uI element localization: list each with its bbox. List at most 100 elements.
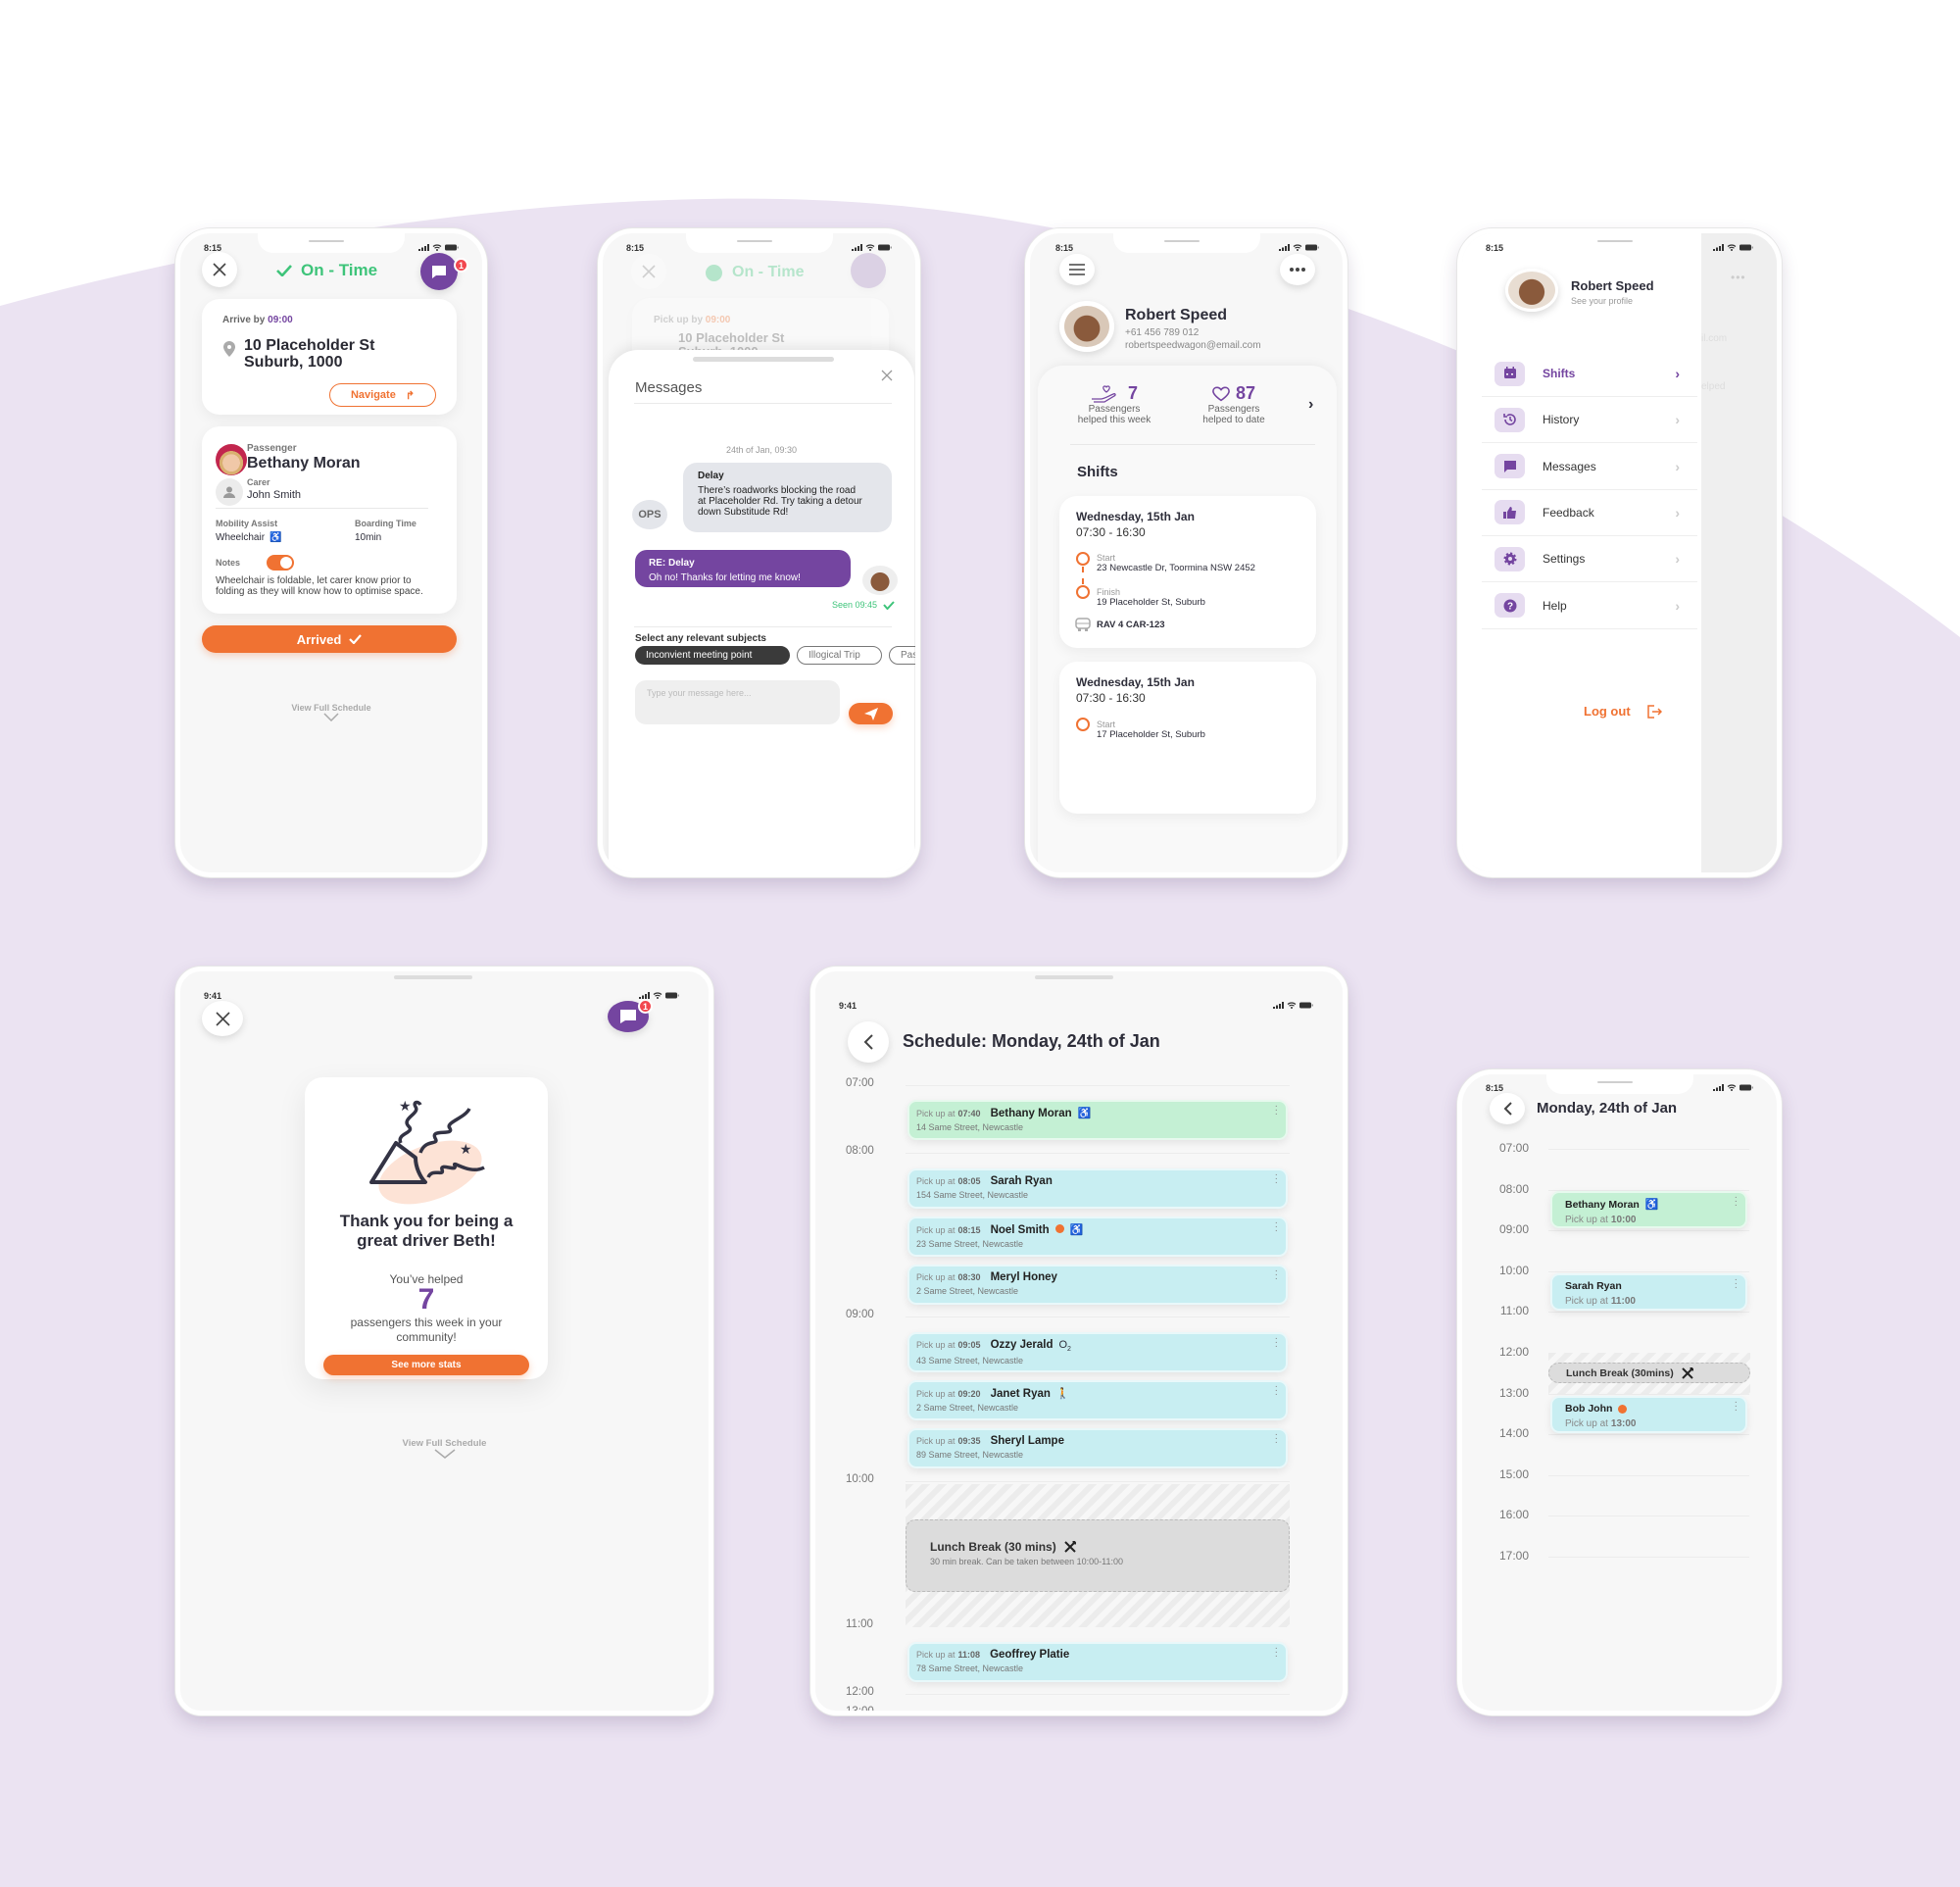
kebab-menu-icon[interactable]: · · · [1735,1275,1738,1293]
send-button[interactable] [849,703,893,724]
hour-label: 11:00 [1499,1304,1529,1318]
pickup-time: 07:40 [957,1109,981,1118]
subject-chip[interactable]: Pas [889,646,915,665]
incoming-body: There’s roadworks blocking the road at P… [698,485,862,518]
kebab-menu-icon[interactable]: · · · [1275,1382,1278,1400]
lunch-break-pill[interactable]: Lunch Break (30mins) [1548,1363,1750,1383]
profile-email: robertspeedwagon@email.com [1125,340,1261,351]
see-more-stats-button[interactable]: See more stats [323,1355,529,1375]
pickup-card[interactable]: Bob John Pick up at 13:00 · · · [1550,1396,1747,1433]
finish-address: 19 Placeholder St, Suburb [1097,597,1205,608]
trip-detail-screen: 8:15 On - Time 1 Arrive by 09:00 10 Plac… [175,228,487,877]
schedule-screen: 9:41 Schedule: Monday, 24th of Jan 07:00… [810,967,1348,1715]
hour-label: 10:00 [1498,1263,1529,1277]
profile-avatar[interactable] [1505,269,1558,312]
kebab-menu-icon[interactable]: · · · [1275,1170,1278,1188]
route-line [1082,567,1084,584]
lunch-title: Lunch Break (30mins) [1566,1366,1674,1379]
pickup-label: Pick up at [916,1389,956,1399]
battery-icon [665,992,679,999]
status-time: 8:15 [1486,243,1504,253]
stats-chevron-icon[interactable]: › [1308,396,1313,414]
wifi-icon [1293,244,1302,251]
pickup-label: Pick up at [916,1340,956,1350]
pickup-card[interactable]: Pick up at 09:20 Janet Ryan 🚶 2 Same Street,… [907,1380,1288,1420]
pickup-card[interactable]: Bethany Moran ♿ Pick up at 10:00 · · · [1550,1191,1747,1228]
menu-item-feedback[interactable]: Feedback › [1482,490,1697,536]
kebab-menu-icon[interactable]: · · · [1275,1218,1278,1236]
menu-icon-box [1494,407,1525,432]
close-sheet-icon[interactable] [881,370,893,381]
menu-item-messages[interactable]: Messages › [1482,444,1697,490]
pickup-time: 09:35 [957,1436,981,1446]
message-input[interactable]: Type your message here... [635,680,840,724]
close-button [631,254,666,289]
on-time-status: On - Time [276,261,377,280]
pickup-card[interactable]: Pick up at 08:15 Noel Smith ♿ 23 Same Street… [907,1217,1288,1257]
notch [258,233,405,253]
kebab-menu-icon[interactable]: · · · [1275,1430,1278,1448]
pickup-card[interactable]: Pick up at 11:08 Geoffrey Platie 78 Same St… [907,1642,1288,1682]
notes-toggle[interactable] [267,555,294,571]
subject-chip[interactable]: Illogical Trip [797,646,882,665]
pickup-line: Pick up at 13:00 [1565,1418,1733,1429]
kebab-menu-icon[interactable]: · · · [1735,1193,1738,1211]
pickup-header: Pick up at 09:05 Ozzy Jerald O2 [916,1339,1279,1353]
pickup-card[interactable]: Sarah Ryan Pick up at 11:00 · · · [1550,1273,1747,1311]
sheet-handle[interactable] [693,357,834,362]
menu-item-history[interactable]: History › [1482,397,1697,444]
back-button[interactable] [848,1021,889,1063]
calendar-icon [1503,367,1516,378]
pickup-time: 11:08 [957,1650,981,1660]
dimmed-profile-background[interactable]: ••• il.com elped [1701,233,1777,872]
menu-button[interactable] [1059,254,1095,285]
hour-gridline [1548,1515,1749,1517]
notch [1545,1074,1693,1094]
vehicle-icon [1075,618,1091,631]
menu-item-settings[interactable]: Settings › [1482,536,1697,583]
arrived-button[interactable]: Arrived [202,625,457,653]
hour-label: 13:00 [1498,1385,1529,1400]
navigate-button[interactable]: Navigate ↱ [329,383,436,407]
see-profile-link[interactable]: See your profile [1571,296,1633,306]
address-line-2: Suburb, 1000 [244,354,343,371]
close-button[interactable] [202,252,237,287]
back-button[interactable] [1490,1093,1525,1124]
oxygen-icon: O2 [1058,1339,1071,1354]
message-timestamp: 24th of Jan, 09:30 [725,445,798,455]
shift-card[interactable]: Wednesday, 15th Jan 07:30 - 16:30 Start … [1059,496,1316,648]
view-schedule-link[interactable]: View Full Schedule [180,1438,709,1462]
more-options-button[interactable] [1280,254,1315,285]
kebab-menu-icon[interactable]: · · · [1275,1334,1278,1352]
kebab-menu-icon[interactable]: · · · [1275,1102,1278,1119]
kebab-menu-icon[interactable]: · · · [1275,1644,1278,1662]
unread-badge: 1 [454,258,468,273]
menu-item-shifts[interactable]: Shifts › [1482,351,1697,397]
profile-name[interactable]: Robert Speed [1571,278,1654,293]
battery-icon [1740,1084,1753,1091]
subject-chip[interactable]: Inconvient meeting point [635,646,790,665]
close-button[interactable] [202,1001,243,1036]
camera-bar [1035,975,1113,979]
shift-card[interactable]: Wednesday, 15th Jan 07:30 - 16:30 Start … [1059,662,1316,814]
incoming-message-bubble: Delay There’s roadworks blocking the roa… [683,463,892,532]
kebab-menu-icon[interactable]: · · · [1275,1266,1278,1284]
lunch-break-block[interactable]: Lunch Break (30 mins) 30 min break. Can b… [906,1519,1290,1592]
menu-item-help[interactable]: ? Help › [1482,583,1697,629]
pickup-card[interactable]: Pick up at 08:30 Meryl Honey 2 Same Street,… [907,1265,1288,1305]
pickup-header: Pick up at 09:20 Janet Ryan 🚶 [916,1387,1279,1400]
messages-button[interactable] [420,253,458,290]
logout-button[interactable]: Log out [1584,704,1662,719]
pickup-card[interactable]: Pick up at 07:40 Bethany Moran ♿ 14 Same Str… [907,1100,1288,1140]
kebab-menu-icon[interactable]: · · · [1735,1398,1738,1415]
menu-drawer: 8:15 Robert Speed See your profile Shift… [1462,233,1701,872]
pickup-label: Pick up at [1565,1418,1608,1429]
pickup-card[interactable]: Pick up at 09:35 Sheryl Lampe 89 Same Stree… [907,1428,1288,1468]
passenger-name: Janet Ryan [990,1388,1051,1400]
passenger-name: Sarah Ryan [990,1175,1053,1187]
pickup-card[interactable]: Pick up at 09:05 Ozzy Jerald O2 43 Same Stre… [907,1332,1288,1372]
pickup-card[interactable]: Pick up at 08:05 Sarah Ryan 154 Same Street… [907,1168,1288,1209]
battery-icon [878,244,892,251]
close-icon [642,265,656,278]
view-schedule-link[interactable]: View Full Schedule [180,703,482,723]
